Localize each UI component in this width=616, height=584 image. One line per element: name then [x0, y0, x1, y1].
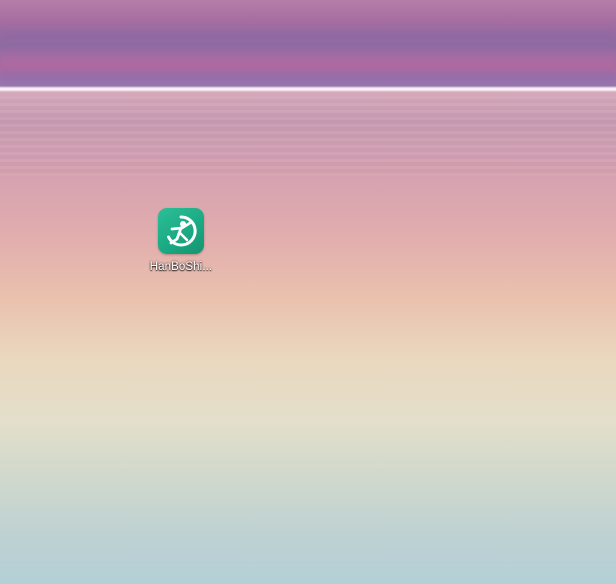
wallpaper-cloud-band: [0, 30, 616, 40]
wallpaper-water-reflection: [0, 96, 616, 176]
wallpaper-cloud-band: [0, 55, 616, 69]
desktop-icon-hanboshi[interactable]: HanBoShi...: [144, 206, 218, 278]
hanboshi-logo-icon: [167, 215, 197, 247]
desktop: HanBoShi...: [0, 0, 616, 584]
desktop-icon-label: HanBoShi...: [149, 261, 213, 273]
hanboshi-app-icon[interactable]: [158, 208, 204, 254]
wallpaper-horizon: [0, 86, 616, 92]
wallpaper-cloud-band: [0, 72, 616, 84]
